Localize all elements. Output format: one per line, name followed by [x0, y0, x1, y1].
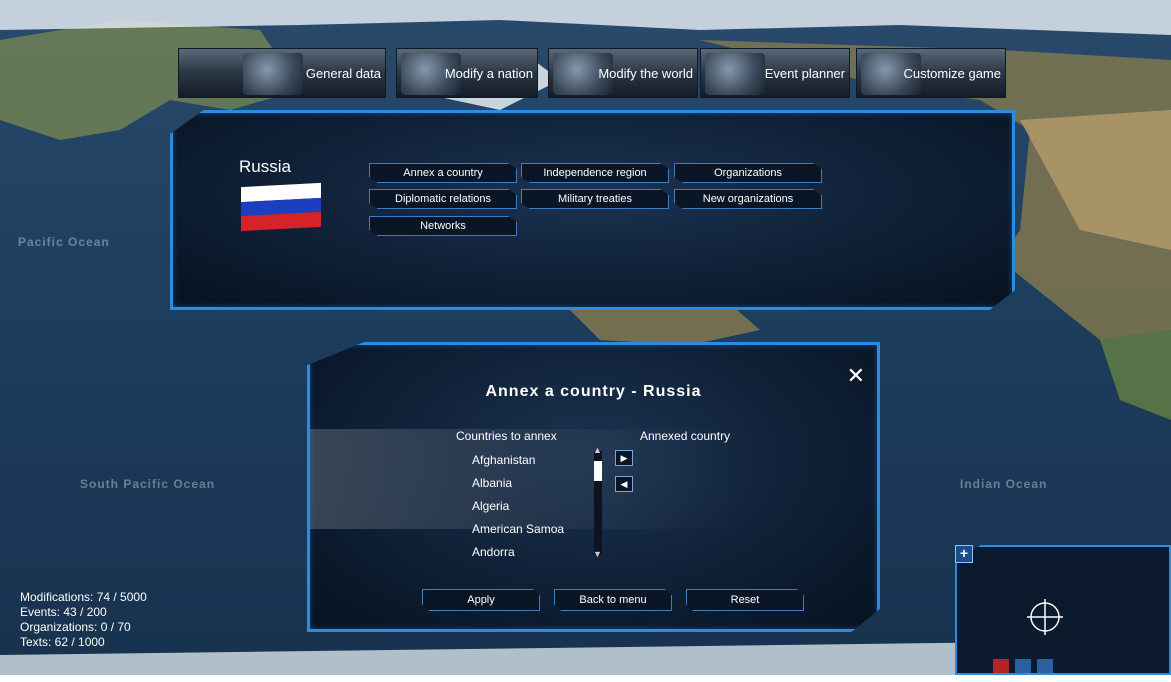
diplomatic-relations-button[interactable]: Diplomatic relations [369, 189, 517, 209]
bank-icon[interactable] [1037, 659, 1053, 673]
organizations-button[interactable]: Organizations [674, 163, 822, 183]
modify-nation-panel: Russia Annex a country Independence regi… [170, 110, 1015, 310]
close-icon[interactable]: ✕ [847, 365, 865, 387]
tab-label: General data [305, 65, 381, 81]
minimap-world-icon [1027, 599, 1063, 635]
arrow-right-icon: ▶ [620, 452, 628, 463]
modifications-stat: Modifications: 74 / 5000 [20, 590, 147, 604]
annex-country-dialog: Annex a country - Russia ✕ Countries to … [307, 342, 880, 632]
tab-general-data[interactable]: General data [178, 48, 386, 98]
tab-label: Event planner [764, 65, 845, 81]
organizations-stat: Organizations: 0 / 70 [20, 620, 131, 634]
list-item[interactable]: Afghanistan [472, 453, 535, 467]
scroll-down-icon[interactable]: ▼ [593, 549, 602, 559]
list-item[interactable]: Albania [472, 476, 512, 490]
map-filter-icon[interactable] [993, 659, 1009, 673]
ocean-label-south-pacific: South Pacific Ocean [80, 477, 216, 491]
add-annex-button[interactable]: ▶ [615, 450, 633, 466]
scroll-up-icon[interactable]: ▲ [593, 445, 602, 455]
tab-label: Modify the world [598, 65, 693, 81]
reset-button[interactable]: Reset [686, 589, 804, 611]
networks-button[interactable]: Networks [369, 216, 517, 236]
back-to-menu-button[interactable]: Back to menu [554, 589, 672, 611]
minimap[interactable] [955, 545, 1171, 675]
plus-icon[interactable]: + [955, 545, 973, 563]
scrollbar-thumb[interactable] [594, 461, 602, 481]
tab-label: Modify a nation [444, 65, 533, 81]
events-stat: Events: 43 / 200 [20, 605, 107, 619]
tab-modify-world[interactable]: Modify the world [548, 48, 698, 98]
apply-button[interactable]: Apply [422, 589, 540, 611]
independence-region-button[interactable]: Independence region [521, 163, 669, 183]
arrow-left-icon: ◀ [620, 478, 628, 489]
tab-modify-nation[interactable]: Modify a nation [396, 48, 538, 98]
nation-flag-icon [241, 182, 321, 232]
list-item[interactable]: Algeria [472, 499, 509, 513]
annexed-country-header: Annexed country [640, 429, 731, 443]
general-data-icon [243, 53, 303, 95]
list-item[interactable]: American Samoa [472, 522, 564, 536]
texts-stat: Texts: 62 / 1000 [20, 635, 105, 649]
tab-customize-game[interactable]: Customize game [856, 48, 1006, 98]
remove-annex-button[interactable]: ◀ [615, 476, 633, 492]
tab-label: Customize game [903, 65, 1001, 81]
dialog-title: Annex a country - Russia [485, 383, 702, 400]
industry-icon[interactable] [1015, 659, 1031, 673]
list-item[interactable]: Andorra [472, 545, 515, 559]
usage-stats: Modifications: 74 / 5000 Events: 43 / 20… [20, 590, 147, 650]
ocean-label-indian: Indian Ocean [960, 477, 1048, 491]
countries-to-annex-header: Countries to annex [456, 429, 557, 443]
ocean-label-pacific: Pacific Ocean [18, 235, 110, 249]
nation-name: Russia [239, 157, 291, 176]
new-organizations-button[interactable]: New organizations [674, 189, 822, 209]
tab-event-planner[interactable]: Event planner [700, 48, 850, 98]
annex-country-button[interactable]: Annex a country [369, 163, 517, 183]
military-treaties-button[interactable]: Military treaties [521, 189, 669, 209]
event-planner-icon [705, 53, 765, 95]
